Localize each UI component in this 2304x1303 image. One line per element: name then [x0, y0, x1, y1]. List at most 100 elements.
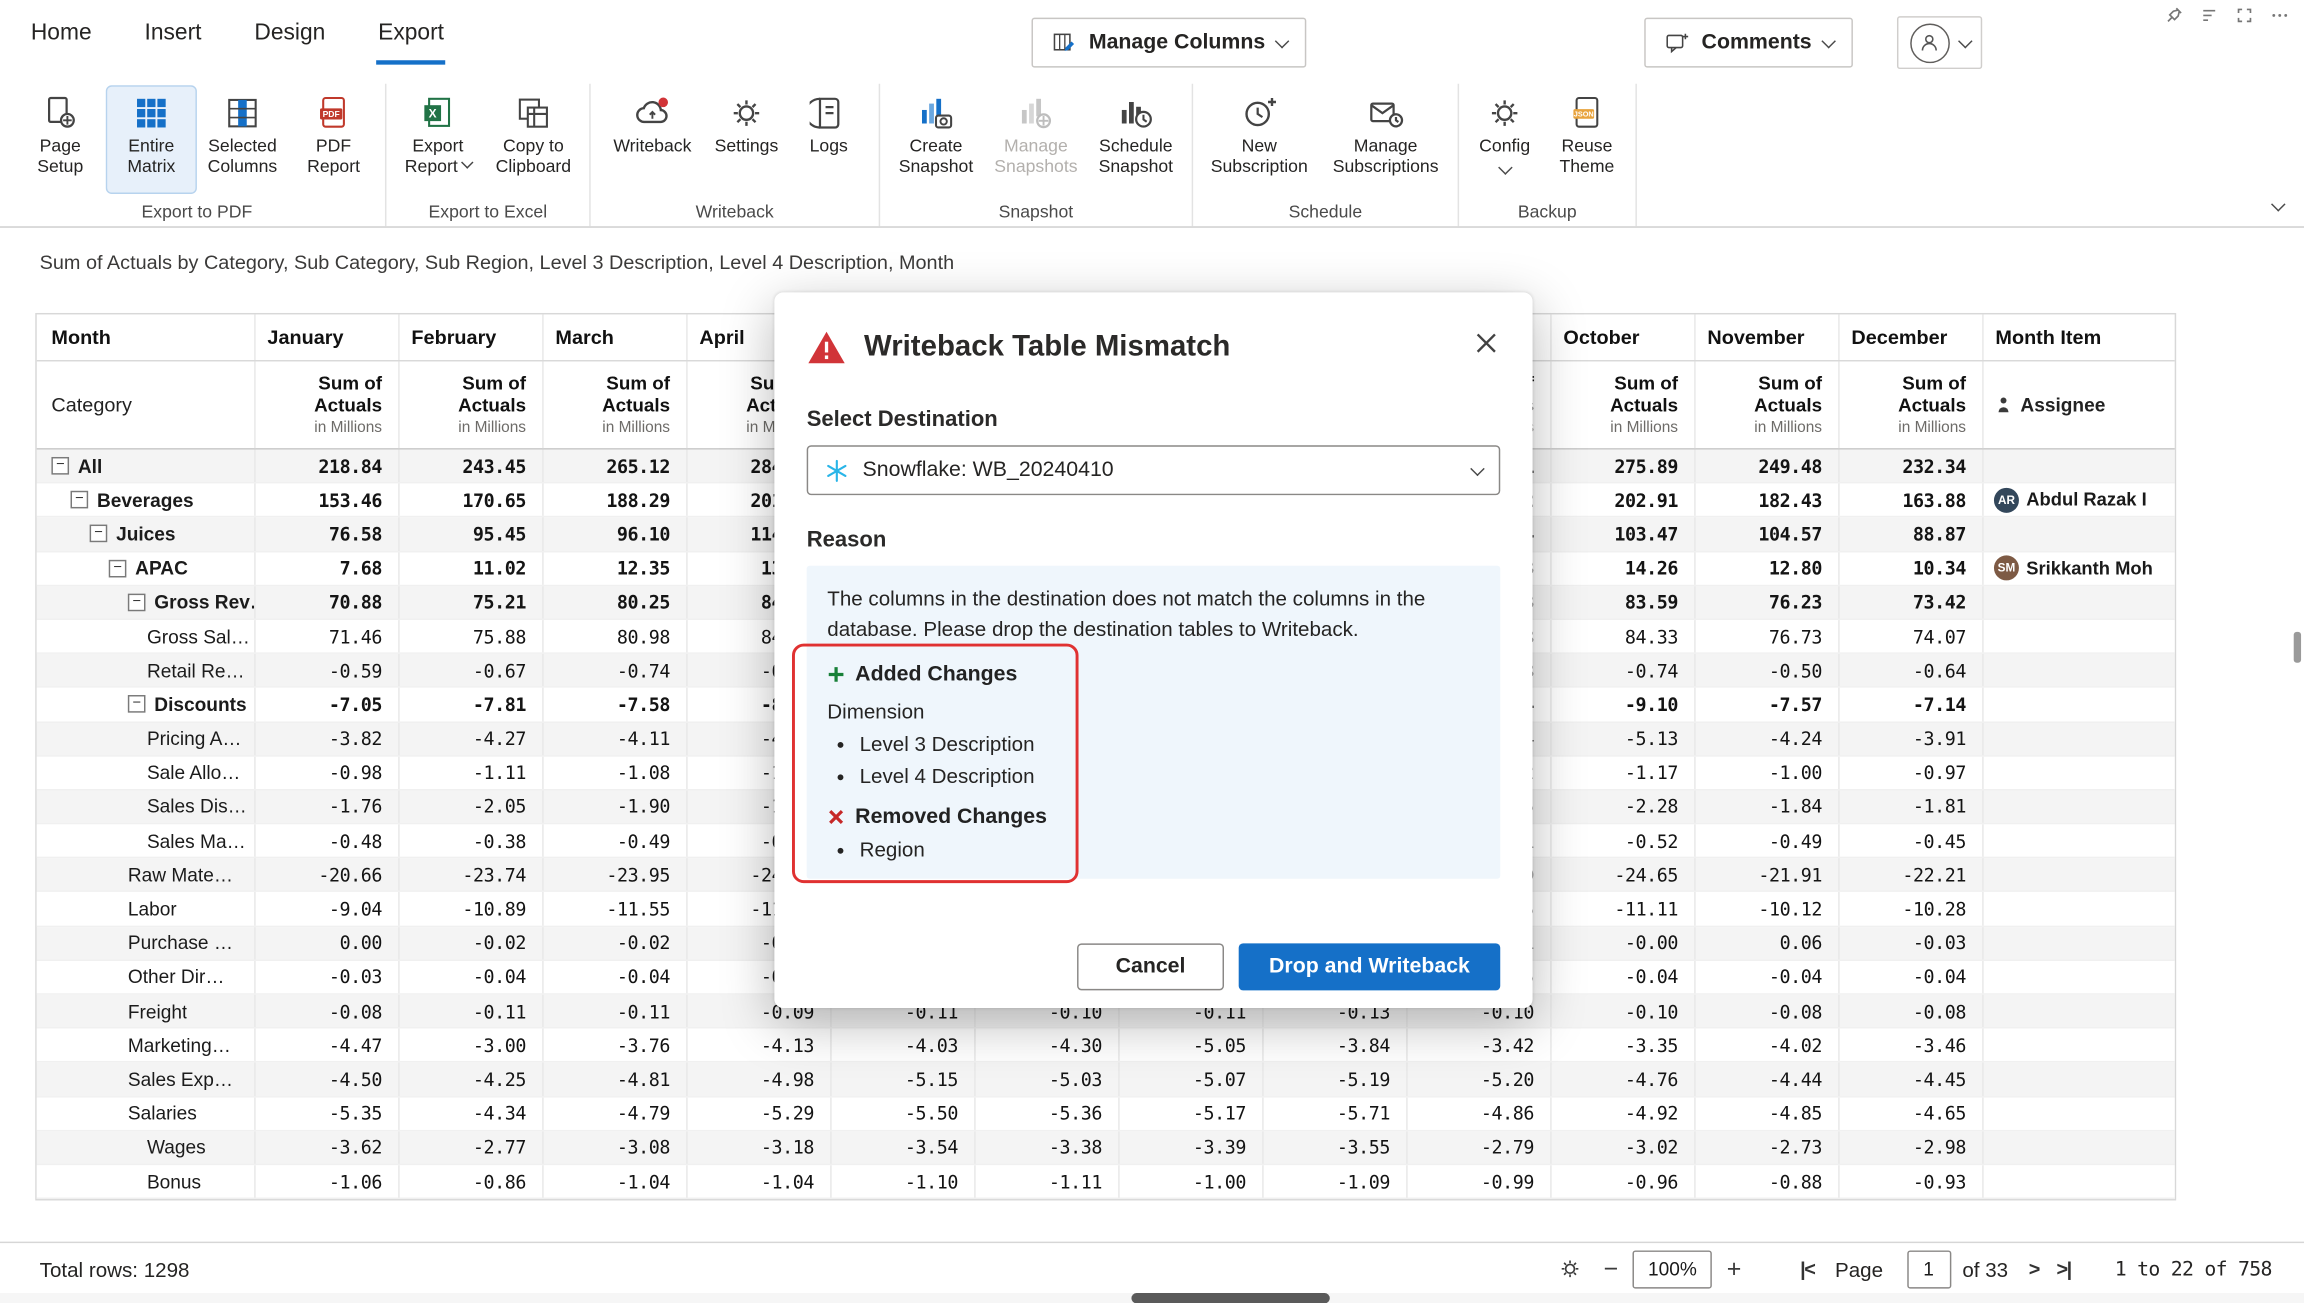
- value-cell[interactable]: -3.55: [1262, 1131, 1406, 1164]
- value-cell[interactable]: -0.52: [1550, 824, 1694, 857]
- value-cell[interactable]: 249.48: [1694, 450, 1838, 483]
- value-cell[interactable]: 265.12: [542, 450, 686, 483]
- value-cell[interactable]: -0.03: [254, 961, 398, 994]
- value-cell[interactable]: -1.06: [254, 1165, 398, 1198]
- value-cell[interactable]: -3.08: [542, 1131, 686, 1164]
- destination-dropdown[interactable]: Snowflake: WB_20240410: [807, 445, 1501, 495]
- value-cell[interactable]: -0.08: [254, 995, 398, 1028]
- writeback-button[interactable]: Writeback: [608, 87, 696, 193]
- value-cell[interactable]: -4.76: [1550, 1063, 1694, 1096]
- new-subscription-button[interactable]: New Subscription: [1200, 87, 1318, 193]
- value-cell[interactable]: 103.47: [1550, 518, 1694, 551]
- value-cell[interactable]: -0.49: [542, 824, 686, 857]
- value-cell[interactable]: -4.11: [542, 722, 686, 755]
- value-cell[interactable]: -23.74: [398, 858, 542, 891]
- assignee-cell[interactable]: [1982, 893, 2177, 926]
- value-cell[interactable]: -23.95: [542, 858, 686, 891]
- expand-icon[interactable]: [2235, 6, 2254, 25]
- category-header[interactable]: Category: [37, 361, 254, 448]
- tab-insert[interactable]: Insert: [143, 15, 203, 65]
- measure-header[interactable]: Sum of Actualsin Millions: [254, 361, 398, 448]
- page-number-input[interactable]: 1: [1907, 1250, 1951, 1288]
- value-cell[interactable]: -1.84: [1694, 790, 1838, 823]
- value-cell[interactable]: -10.89: [398, 893, 542, 926]
- value-cell[interactable]: -1.04: [686, 1165, 830, 1198]
- value-cell[interactable]: 275.89: [1550, 450, 1694, 483]
- value-cell[interactable]: -5.07: [1118, 1063, 1262, 1096]
- entire-matrix-button[interactable]: Entire Matrix: [107, 87, 195, 193]
- value-cell[interactable]: 76.58: [254, 518, 398, 551]
- value-cell[interactable]: -0.04: [1838, 961, 1982, 994]
- export-report-button[interactable]: X Export Report: [394, 87, 482, 193]
- value-cell[interactable]: 75.21: [398, 586, 542, 619]
- next-page-button[interactable]: >: [2029, 1258, 2039, 1280]
- value-cell[interactable]: 188.29: [542, 484, 686, 517]
- value-cell[interactable]: -3.02: [1550, 1131, 1694, 1164]
- value-cell[interactable]: 75.88: [398, 620, 542, 653]
- value-cell[interactable]: -0.10: [1550, 995, 1694, 1028]
- collapse-ribbon-icon[interactable]: [2271, 197, 2286, 212]
- more-options-icon[interactable]: [2270, 6, 2289, 25]
- value-cell[interactable]: 70.88: [254, 586, 398, 619]
- value-cell[interactable]: 12.35: [542, 552, 686, 585]
- assignee-cell[interactable]: [1982, 722, 2177, 755]
- month-column-header[interactable]: December: [1838, 314, 1982, 360]
- drop-and-writeback-button[interactable]: Drop and Writeback: [1239, 943, 1501, 990]
- zoom-level-input[interactable]: 100%: [1633, 1250, 1712, 1288]
- value-cell[interactable]: -1.00: [1118, 1165, 1262, 1198]
- month-item-column-header[interactable]: Month Item: [1982, 314, 2177, 360]
- value-cell[interactable]: 71.46: [254, 620, 398, 653]
- value-cell[interactable]: -0.38: [398, 824, 542, 857]
- assignee-cell[interactable]: [1982, 1029, 2177, 1062]
- tab-export[interactable]: Export: [377, 15, 446, 65]
- schedule-snapshot-button[interactable]: Schedule Snapshot: [1087, 87, 1184, 193]
- config-button[interactable]: Config: [1466, 87, 1542, 193]
- value-cell[interactable]: -7.81: [398, 688, 542, 721]
- value-cell[interactable]: -3.76: [542, 1029, 686, 1062]
- assignee-cell[interactable]: [1982, 858, 2177, 891]
- value-cell[interactable]: -3.18: [686, 1131, 830, 1164]
- table-row[interactable]: Sales Exp…-4.50-4.25-4.81-4.98-5.15-5.03…: [37, 1063, 2175, 1097]
- value-cell[interactable]: 182.43: [1694, 484, 1838, 517]
- value-cell[interactable]: -4.85: [1694, 1097, 1838, 1130]
- value-cell[interactable]: -2.79: [1406, 1131, 1550, 1164]
- value-cell[interactable]: -9.04: [254, 893, 398, 926]
- assignee-cell[interactable]: [1982, 654, 2177, 687]
- value-cell[interactable]: -3.82: [254, 722, 398, 755]
- value-cell[interactable]: -0.86: [398, 1165, 542, 1198]
- assignee-cell[interactable]: [1982, 824, 2177, 857]
- value-cell[interactable]: -0.74: [542, 654, 686, 687]
- copy-to-clipboard-button[interactable]: Copy to Clipboard: [485, 87, 582, 193]
- pdf-report-button[interactable]: PDF PDF Report: [289, 87, 377, 193]
- collapse-toggle-icon[interactable]: −: [51, 457, 69, 475]
- value-cell[interactable]: -0.02: [542, 927, 686, 960]
- value-cell[interactable]: -0.04: [1694, 961, 1838, 994]
- value-cell[interactable]: -1.90: [542, 790, 686, 823]
- horizontal-scrollbar[interactable]: [0, 1293, 2304, 1303]
- table-row[interactable]: Marketing…-4.47-3.00-3.76-4.13-4.03-4.30…: [37, 1029, 2175, 1063]
- value-cell[interactable]: -1.10: [830, 1165, 974, 1198]
- pin-icon[interactable]: [2164, 6, 2183, 25]
- zoom-in-button[interactable]: +: [1727, 1254, 1742, 1283]
- table-row[interactable]: Salaries-5.35-4.34-4.79-5.29-5.50-5.36-5…: [37, 1097, 2175, 1131]
- value-cell[interactable]: -3.54: [830, 1131, 974, 1164]
- value-cell[interactable]: -1.08: [542, 756, 686, 789]
- value-cell[interactable]: 163.88: [1838, 484, 1982, 517]
- value-cell[interactable]: -3.38: [974, 1131, 1118, 1164]
- value-cell[interactable]: -5.13: [1550, 722, 1694, 755]
- value-cell[interactable]: 88.87: [1838, 518, 1982, 551]
- value-cell[interactable]: -0.08: [1694, 995, 1838, 1028]
- value-cell[interactable]: -1.17: [1550, 756, 1694, 789]
- value-cell[interactable]: -0.93: [1838, 1165, 1982, 1198]
- measure-header[interactable]: Sum of Actualsin Millions: [1838, 361, 1982, 448]
- value-cell[interactable]: -0.97: [1838, 756, 1982, 789]
- value-cell[interactable]: -5.50: [830, 1097, 974, 1130]
- value-cell[interactable]: -20.66: [254, 858, 398, 891]
- value-cell[interactable]: -4.47: [254, 1029, 398, 1062]
- value-cell[interactable]: -4.02: [1694, 1029, 1838, 1062]
- value-cell[interactable]: -9.10: [1550, 688, 1694, 721]
- table-settings-gear-icon[interactable]: [1558, 1256, 1583, 1281]
- horizontal-scrollbar-thumb[interactable]: [1131, 1293, 1329, 1303]
- measure-header[interactable]: Sum of Actualsin Millions: [1550, 361, 1694, 448]
- value-cell[interactable]: 73.42: [1838, 586, 1982, 619]
